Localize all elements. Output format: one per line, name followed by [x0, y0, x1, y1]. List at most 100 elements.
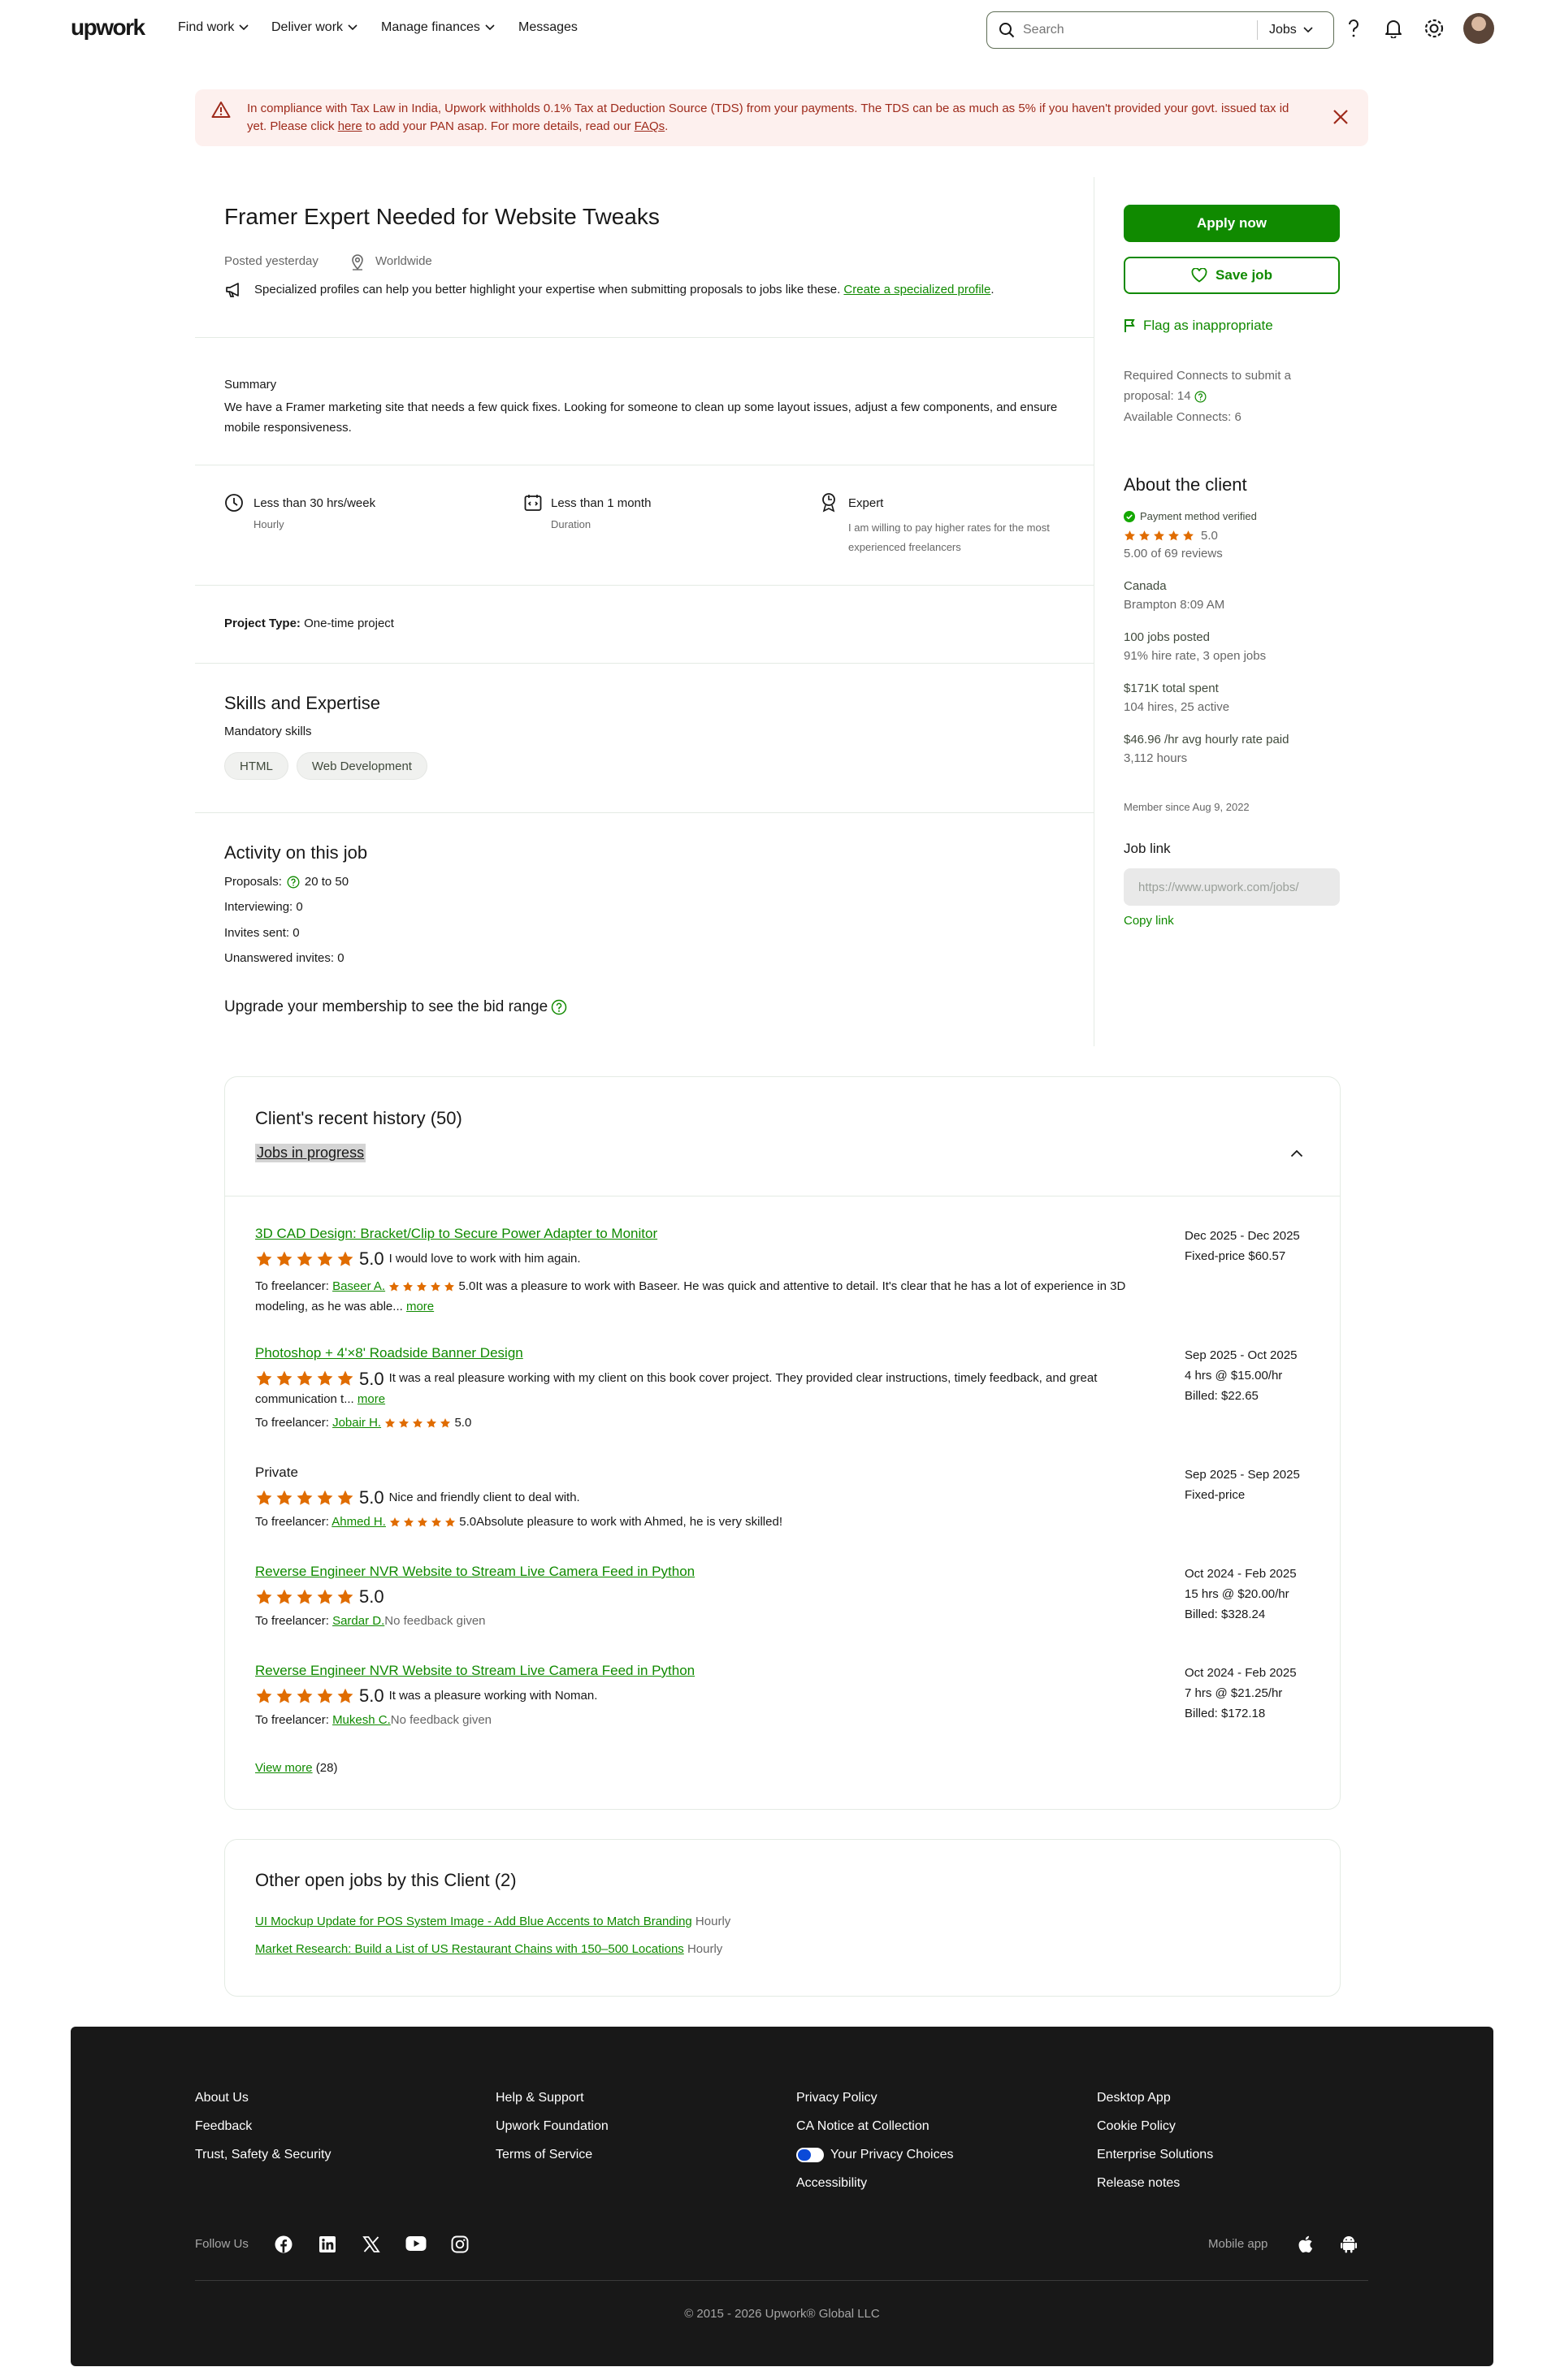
history-job-title-link[interactable]: 3D CAD Design: Bracket/Clip to Secure Po…: [255, 1226, 657, 1241]
freelancer-link[interactable]: Jobair H.: [332, 1416, 381, 1430]
search-scope-dropdown[interactable]: Jobs: [1269, 23, 1313, 37]
notifications-bell-icon[interactable]: [1384, 19, 1402, 38]
apple-icon[interactable]: [1297, 2235, 1313, 2253]
client-jobs-posted: 100 jobs posted: [1124, 630, 1210, 644]
footer-link-help[interactable]: Help & Support: [496, 2091, 584, 2105]
footer-link-feedback[interactable]: Feedback: [195, 2119, 252, 2134]
search-icon[interactable]: [999, 22, 1015, 38]
star-icon: [1183, 530, 1194, 541]
freelancer-feedback-text: It was a pleasure to work with Baseer. H…: [255, 1279, 1126, 1313]
x-twitter-icon[interactable]: [362, 2235, 380, 2253]
skill-chip[interactable]: Web Development: [296, 752, 427, 780]
other-job-link[interactable]: UI Mockup Update for POS System Image - …: [255, 1915, 692, 1928]
copy-link-button[interactable]: Copy link: [1124, 914, 1174, 928]
rating-stars: [255, 1588, 354, 1606]
view-more-link[interactable]: View more: [255, 1761, 313, 1775]
rating-stars: [255, 1687, 354, 1705]
rating-stars: [388, 1281, 455, 1292]
project-type-label: Project Type:: [224, 617, 301, 630]
chevron-down-icon: [1303, 27, 1313, 33]
footer-link-trust[interactable]: Trust, Safety & Security: [195, 2148, 331, 2162]
nav-manage-finances[interactable]: Manage finances: [381, 20, 495, 35]
android-icon[interactable]: [1341, 2235, 1357, 2253]
star-icon: [337, 1589, 353, 1604]
history-item-meta: Sep 2025 - Oct 2025 4 hrs @ $15.00/hr Bill…: [1185, 1345, 1297, 1406]
star-icon: [1154, 530, 1164, 541]
apply-now-button[interactable]: Apply now: [1124, 205, 1340, 242]
freelancer-link[interactable]: Ahmed H.: [332, 1515, 386, 1529]
footer-link-cookie[interactable]: Cookie Policy: [1097, 2119, 1176, 2134]
megaphone-icon: [224, 281, 244, 299]
star-icon: [418, 1517, 428, 1527]
linkedin-icon[interactable]: [318, 2235, 336, 2253]
other-job-link[interactable]: Market Research: Build a List of US Rest…: [255, 1942, 684, 1956]
upwork-logo[interactable]: upwork: [71, 15, 145, 41]
history-date-range: Oct 2024 - Feb 2025: [1185, 1666, 1297, 1680]
privacy-choices-label: Your Privacy Choices: [830, 2148, 954, 2162]
client-hires: 104 hires, 25 active: [1124, 700, 1230, 714]
nav-messages[interactable]: Messages: [518, 20, 578, 35]
star-icon: [427, 1417, 437, 1428]
user-avatar[interactable]: [1463, 13, 1494, 44]
tab-jobs-in-progress[interactable]: Jobs in progress: [255, 1144, 366, 1162]
create-specialized-profile-link[interactable]: Create a specialized profile: [843, 283, 990, 296]
footer-link-privacy-choices[interactable]: Your Privacy Choices: [796, 2148, 953, 2162]
history-date-range: Oct 2024 - Feb 2025: [1185, 1567, 1297, 1581]
footer-link-privacy[interactable]: Privacy Policy: [796, 2091, 878, 2105]
specialized-profile-note: Specialized profiles can help you better…: [254, 283, 994, 296]
star-icon: [1168, 530, 1179, 541]
posted-date: Posted yesterday: [224, 254, 318, 268]
banner-here-link[interactable]: here: [338, 119, 362, 133]
history-job-title-link[interactable]: Photoshop + 4'×8' Roadside Banner Design: [255, 1345, 523, 1361]
search-bar: Jobs: [986, 11, 1334, 49]
more-link[interactable]: more: [406, 1300, 434, 1313]
job-link-field[interactable]: [1124, 868, 1340, 906]
footer-link-enterprise[interactable]: Enterprise Solutions: [1097, 2148, 1213, 2162]
flag-inappropriate-link[interactable]: Flag as inappropriate: [1124, 318, 1273, 334]
star-icon: [297, 1251, 313, 1266]
footer-link-foundation[interactable]: Upwork Foundation: [496, 2119, 609, 2134]
divider: [195, 585, 1094, 586]
freelancer-link[interactable]: Sardar D.: [332, 1614, 384, 1628]
history-job-title-link[interactable]: Reverse Engineer NVR Website to Stream L…: [255, 1564, 695, 1579]
job-link-title: Job link: [1124, 841, 1171, 856]
footer-link-about[interactable]: About Us: [195, 2091, 249, 2105]
close-icon[interactable]: [1332, 109, 1349, 125]
facebook-icon[interactable]: [275, 2235, 292, 2253]
footer-link-release-notes[interactable]: Release notes: [1097, 2176, 1180, 2191]
footer-link-desktop-app[interactable]: Desktop App: [1097, 2091, 1171, 2105]
instagram-icon[interactable]: [451, 2235, 469, 2253]
footer-link-ca-notice[interactable]: CA Notice at Collection: [796, 2119, 930, 2134]
help-circle-icon[interactable]: [1194, 391, 1207, 403]
freelancer-link[interactable]: Mukesh C.: [332, 1713, 391, 1727]
history-job-title-link[interactable]: Reverse Engineer NVR Website to Stream L…: [255, 1663, 695, 1678]
more-link[interactable]: more: [358, 1392, 385, 1406]
chevron-up-icon[interactable]: [1290, 1149, 1303, 1158]
nav-find-work[interactable]: Find work: [178, 20, 249, 35]
job-title: Framer Expert Needed for Website Tweaks: [224, 204, 660, 229]
skill-chip[interactable]: HTML: [224, 752, 288, 780]
help-circle-icon[interactable]: [551, 999, 567, 1015]
footer-link-accessibility[interactable]: Accessibility: [796, 2176, 867, 2191]
flag-icon: [1124, 318, 1135, 333]
help-icon[interactable]: [1346, 19, 1362, 38]
divider: [195, 812, 1094, 813]
client-feedback-text: Nice and friendly client to deal with.: [388, 1490, 580, 1504]
star-icon: [440, 1417, 451, 1428]
divider: [195, 663, 1094, 664]
youtube-icon[interactable]: [405, 2235, 427, 2252]
search-separator: [1257, 20, 1258, 40]
star-icon: [390, 1517, 401, 1527]
history-billed: Billed: $328.24: [1185, 1608, 1266, 1621]
activity-unanswered: Unanswered invites: 0: [224, 951, 344, 965]
footer-link-terms[interactable]: Terms of Service: [496, 2148, 592, 2162]
client-feedback-row: 5.0 It was a real pleasure working with m…: [255, 1368, 1165, 1409]
banner-faqs-link[interactable]: FAQs: [635, 119, 665, 133]
help-circle-icon[interactable]: [287, 876, 300, 889]
settings-gear-icon[interactable]: [1424, 18, 1445, 39]
history-item-meta: Dec 2025 - Dec 2025 Fixed-price $60.57: [1185, 1226, 1300, 1266]
search-input[interactable]: [1023, 23, 1242, 37]
freelancer-link[interactable]: Baseer A.: [332, 1279, 385, 1293]
save-job-button[interactable]: Save job: [1124, 257, 1340, 294]
nav-deliver-work[interactable]: Deliver work: [271, 20, 358, 35]
